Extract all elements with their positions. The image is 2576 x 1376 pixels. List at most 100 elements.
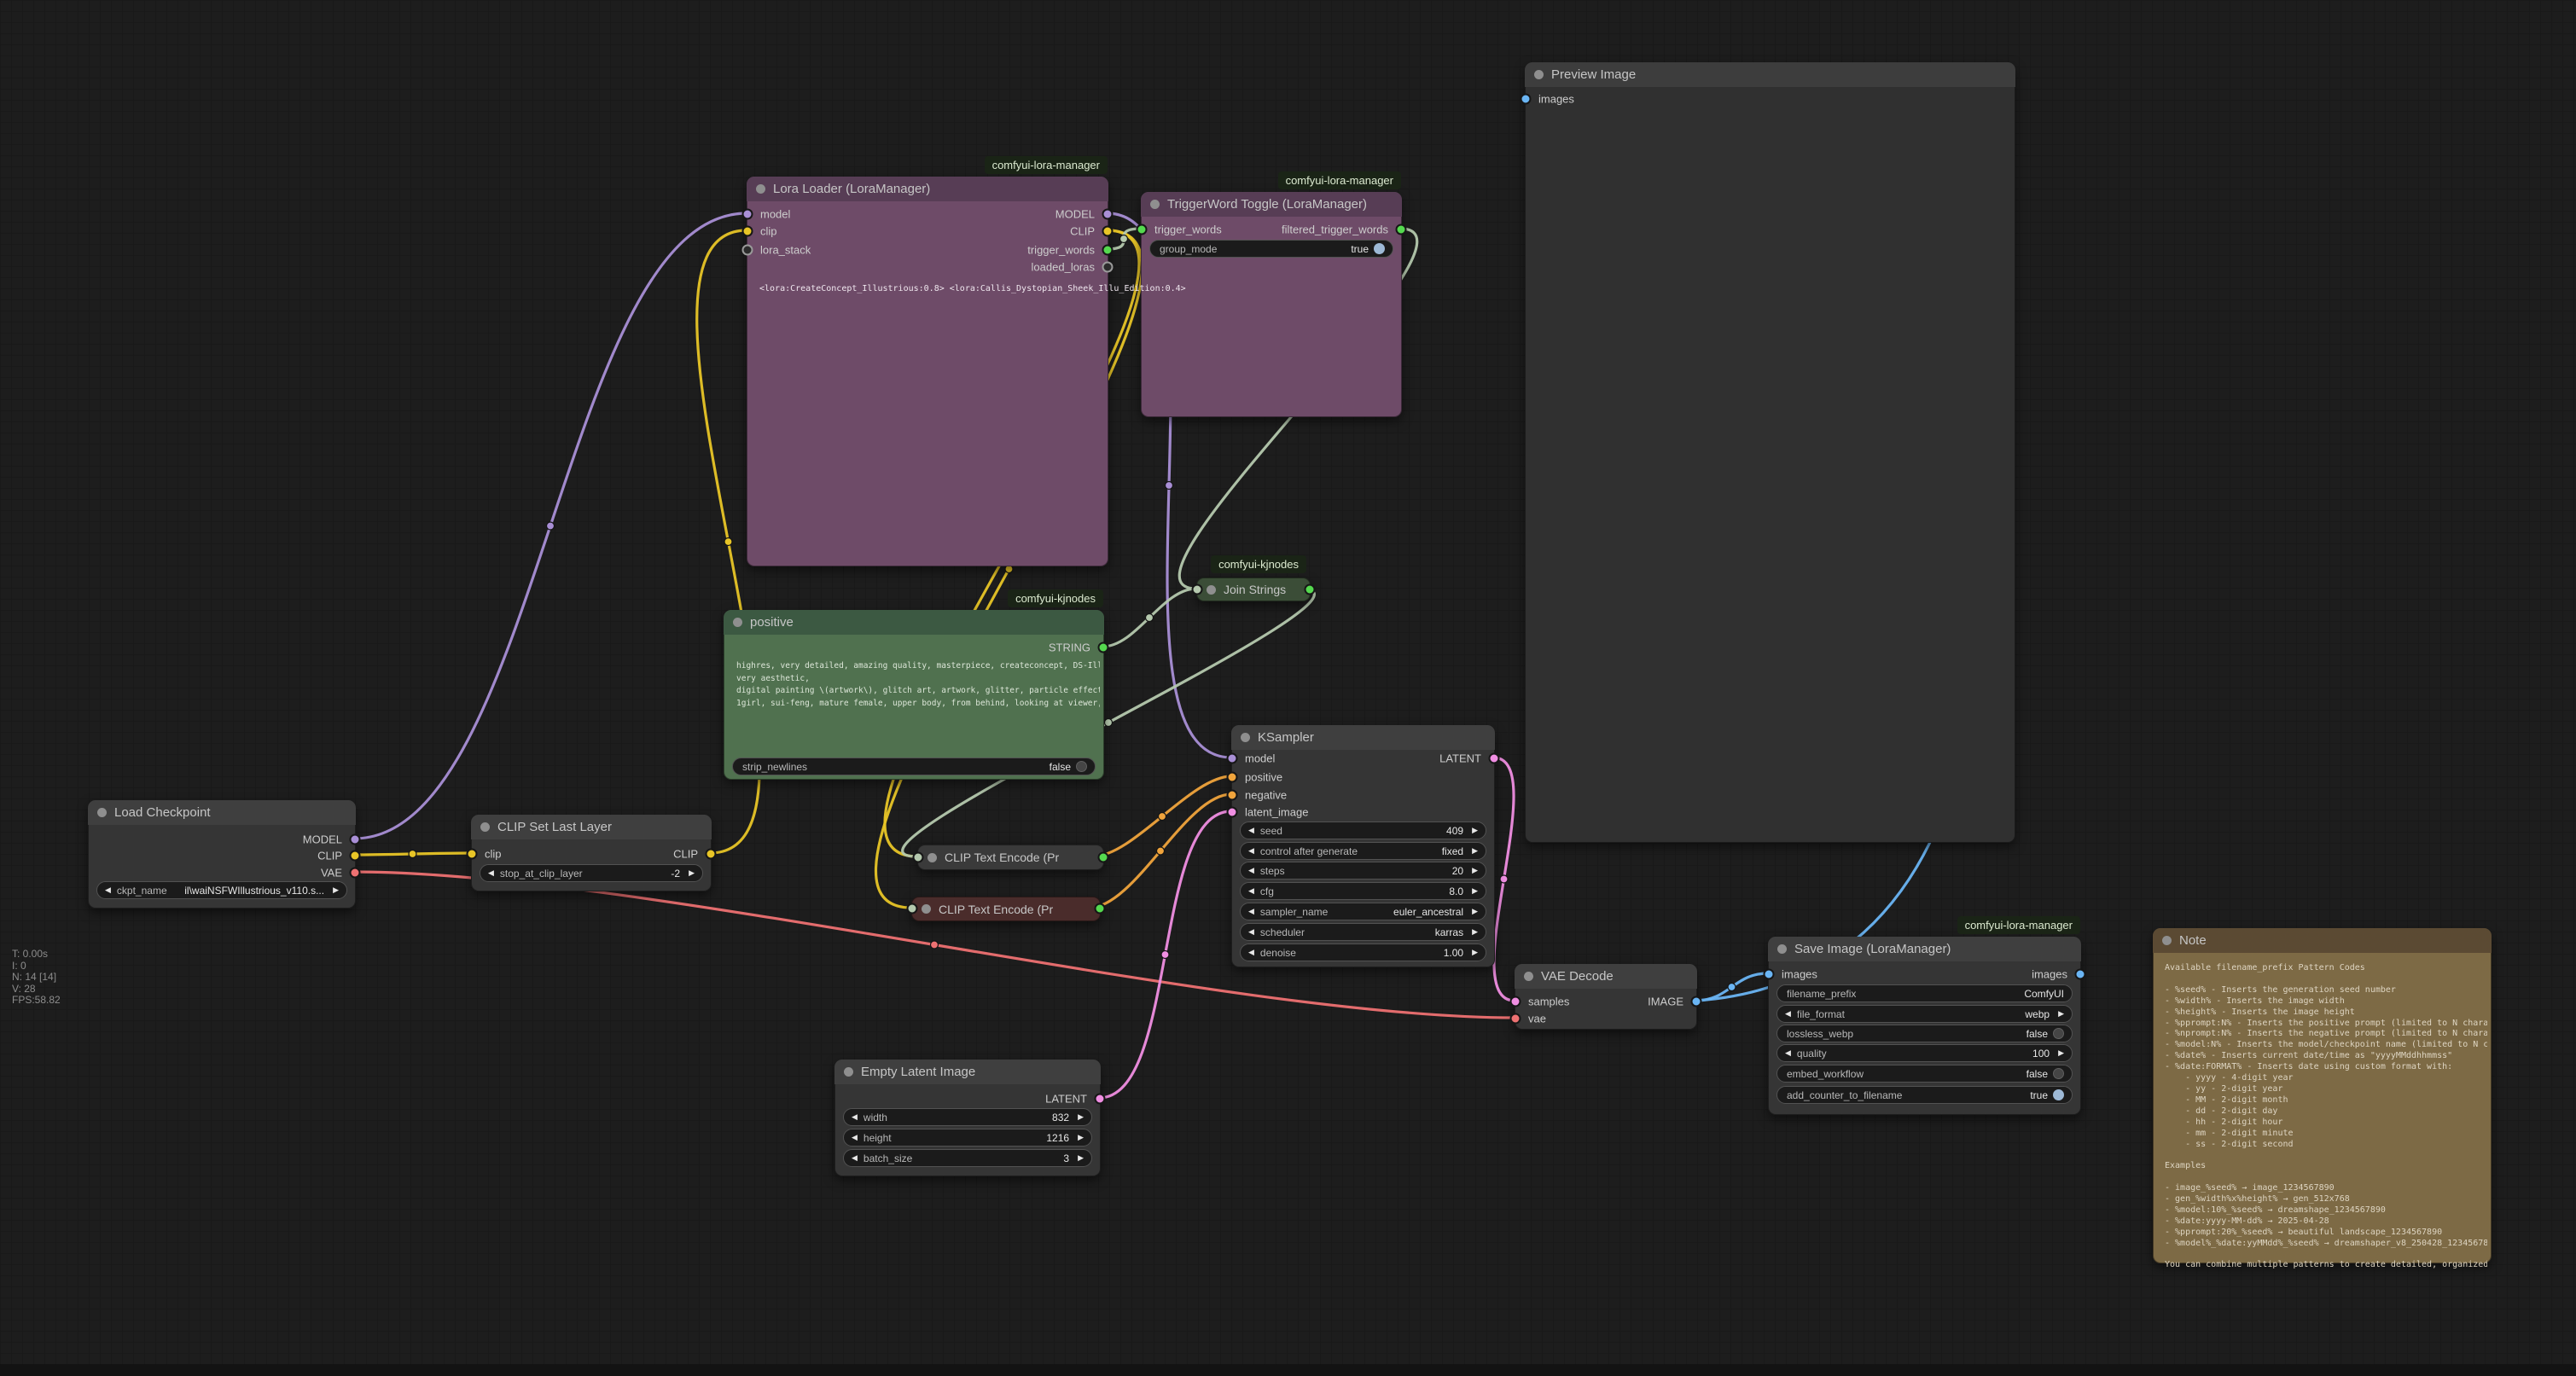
node-join-strings[interactable]: Join Stringscomfyui-kjnodes [1196, 578, 1311, 601]
node-positive-prompt[interactable]: positivecomfyui-kjnodesSTRINGstrip_newli… [724, 610, 1104, 780]
collapse-dot-icon[interactable] [1207, 585, 1216, 595]
decrement-arrow-icon[interactable]: ◀ [1785, 1049, 1791, 1057]
IMAGE-out-port[interactable] [1691, 996, 1702, 1007]
increment-arrow-icon[interactable]: ▶ [2058, 1049, 2064, 1057]
collapse-dot-icon[interactable] [1524, 972, 1533, 981]
increment-arrow-icon[interactable]: ▶ [1472, 867, 1478, 874]
negative-in-port[interactable] [1227, 790, 1238, 801]
widget-cfg[interactable]: ◀cfg8.0▶ [1240, 882, 1486, 900]
samples-in-port[interactable] [1510, 996, 1521, 1007]
widget-stop_at_clip_layer[interactable]: ◀stop_at_clip_layer-2▶ [480, 864, 703, 882]
latent_image-in-port[interactable] [1227, 807, 1238, 818]
widget-ckpt_name[interactable]: ◀ckpt_nameil\waiNSFWIllustrious_v110.s..… [96, 881, 347, 899]
node-text-content[interactable]: Available filename_prefix Pattern Codes … [2165, 963, 2487, 1271]
decrement-arrow-icon[interactable]: ◀ [852, 1134, 858, 1141]
STRING-out-port[interactable] [1098, 642, 1109, 653]
widget-scheduler[interactable]: ◀schedulerkarras▶ [1240, 923, 1486, 941]
node-titlebar[interactable]: Preview Image [1525, 62, 2015, 87]
widget-width[interactable]: ◀width832▶ [843, 1108, 1092, 1126]
node-titlebar[interactable]: Lora Loader (LoraManager) [747, 177, 1108, 201]
model-in-port[interactable] [742, 209, 753, 220]
increment-arrow-icon[interactable]: ▶ [333, 886, 339, 894]
node-titlebar[interactable]: Empty Latent Image [834, 1060, 1101, 1084]
widget-strip_newlines[interactable]: strip_newlinesfalse [732, 758, 1096, 775]
decrement-arrow-icon[interactable]: ◀ [1248, 908, 1254, 915]
collapse-dot-icon[interactable] [97, 808, 107, 817]
trigger_words-out-port[interactable] [1102, 245, 1114, 256]
decrement-arrow-icon[interactable]: ◀ [105, 886, 111, 894]
decrement-arrow-icon[interactable]: ◀ [1785, 1010, 1791, 1018]
lora_stack-in-port[interactable] [742, 245, 753, 256]
clip-text-encode-negative-in-port[interactable] [907, 903, 918, 914]
node-titlebar[interactable]: CLIP Set Last Layer [471, 815, 712, 839]
widget-group_mode[interactable]: group_modetrue [1149, 240, 1393, 258]
widget-seed[interactable]: ◀seed409▶ [1240, 822, 1486, 839]
node-empty-latent-image[interactable]: Empty Latent ImageLATENT◀width832▶◀heigh… [834, 1060, 1101, 1176]
CLIP-out-port[interactable] [350, 851, 361, 862]
join-strings-in-port[interactable] [1192, 584, 1203, 595]
decrement-arrow-icon[interactable]: ◀ [1248, 867, 1254, 874]
decrement-arrow-icon[interactable]: ◀ [1248, 847, 1254, 855]
decrement-arrow-icon[interactable]: ◀ [488, 869, 494, 877]
increment-arrow-icon[interactable]: ▶ [689, 869, 695, 877]
node-vae-decode[interactable]: VAE DecodesamplesvaeIMAGE [1515, 964, 1697, 1030]
toggle-off-icon[interactable] [1076, 761, 1087, 772]
toggle-off-icon[interactable] [2053, 1068, 2064, 1079]
decrement-arrow-icon[interactable]: ◀ [852, 1154, 858, 1162]
images-in-port[interactable] [1521, 94, 1532, 105]
decrement-arrow-icon[interactable]: ◀ [1248, 887, 1254, 895]
node-triggerword-toggle[interactable]: TriggerWord Toggle (LoraManager)comfyui-… [1141, 192, 1402, 417]
LATENT-out-port[interactable] [1095, 1094, 1106, 1105]
node-lora-loader[interactable]: Lora Loader (LoraManager)comfyui-lora-ma… [747, 177, 1108, 566]
toggle-off-icon[interactable] [2053, 1028, 2064, 1039]
node-clip-set-last-layer[interactable]: CLIP Set Last LayerclipCLIP◀stop_at_clip… [471, 815, 712, 891]
filtered_trigger_words-out-port[interactable] [1396, 224, 1407, 235]
increment-arrow-icon[interactable]: ▶ [1472, 887, 1478, 895]
node-titlebar[interactable]: KSampler [1231, 725, 1495, 750]
collapse-dot-icon[interactable] [927, 853, 937, 862]
MODEL-out-port[interactable] [1102, 209, 1114, 220]
widget-file_format[interactable]: ◀file_formatwebp▶ [1776, 1005, 2073, 1023]
node-titlebar[interactable]: VAE Decode [1515, 964, 1697, 989]
toggle-on-icon[interactable] [1374, 243, 1385, 254]
join-strings-out-port[interactable] [1305, 584, 1316, 595]
widget-embed_workflow[interactable]: embed_workflowfalse [1776, 1065, 2073, 1083]
widget-filename_prefix[interactable]: filename_prefixComfyUI [1776, 984, 2073, 1002]
widget-lossless_webp[interactable]: lossless_webpfalse [1776, 1025, 2073, 1042]
collapse-dot-icon[interactable] [733, 618, 742, 627]
widget-sampler_name[interactable]: ◀sampler_nameeuler_ancestral▶ [1240, 903, 1486, 920]
vae-in-port[interactable] [1510, 1013, 1521, 1025]
decrement-arrow-icon[interactable]: ◀ [1248, 949, 1254, 956]
VAE-out-port[interactable] [350, 868, 361, 879]
trigger_words-in-port[interactable] [1137, 224, 1148, 235]
loaded_loras-out-port[interactable] [1102, 262, 1114, 273]
MODEL-out-port[interactable] [350, 834, 361, 845]
increment-arrow-icon[interactable]: ▶ [1472, 928, 1478, 936]
widget-control after generate[interactable]: ◀control after generatefixed▶ [1240, 842, 1486, 860]
model-in-port[interactable] [1227, 753, 1238, 764]
toggle-on-icon[interactable] [2053, 1089, 2064, 1100]
increment-arrow-icon[interactable]: ▶ [1078, 1113, 1084, 1121]
node-titlebar[interactable]: Save Image (LoraManager) [1768, 937, 2081, 961]
node-clip-text-encode-positive[interactable]: CLIP Text Encode (Pr [917, 845, 1104, 870]
node-ksampler[interactable]: KSamplermodelpositivenegativelatent_imag… [1231, 725, 1495, 967]
increment-arrow-icon[interactable]: ▶ [1472, 827, 1478, 834]
node-preview-image[interactable]: Preview Imageimages [1525, 62, 2015, 843]
increment-arrow-icon[interactable]: ▶ [2058, 1010, 2064, 1018]
decrement-arrow-icon[interactable]: ◀ [1248, 928, 1254, 936]
increment-arrow-icon[interactable]: ▶ [1078, 1134, 1084, 1141]
collapse-dot-icon[interactable] [480, 822, 490, 832]
increment-arrow-icon[interactable]: ▶ [1078, 1154, 1084, 1162]
widget-steps[interactable]: ◀steps20▶ [1240, 862, 1486, 880]
CLIP-out-port[interactable] [1102, 226, 1114, 237]
collapse-dot-icon[interactable] [1150, 200, 1160, 209]
clip-in-port[interactable] [742, 226, 753, 237]
node-titlebar[interactable]: Load Checkpoint [88, 800, 356, 825]
collapse-dot-icon[interactable] [1241, 733, 1250, 742]
increment-arrow-icon[interactable]: ▶ [1472, 847, 1478, 855]
collapse-dot-icon[interactable] [2162, 936, 2172, 945]
node-text-content[interactable]: highres, very detailed, amazing quality,… [736, 660, 1100, 710]
decrement-arrow-icon[interactable]: ◀ [1248, 827, 1254, 834]
clip-text-encode-positive-in-port[interactable] [913, 852, 924, 863]
widget-add_counter_to_filename[interactable]: add_counter_to_filenametrue [1776, 1086, 2073, 1104]
